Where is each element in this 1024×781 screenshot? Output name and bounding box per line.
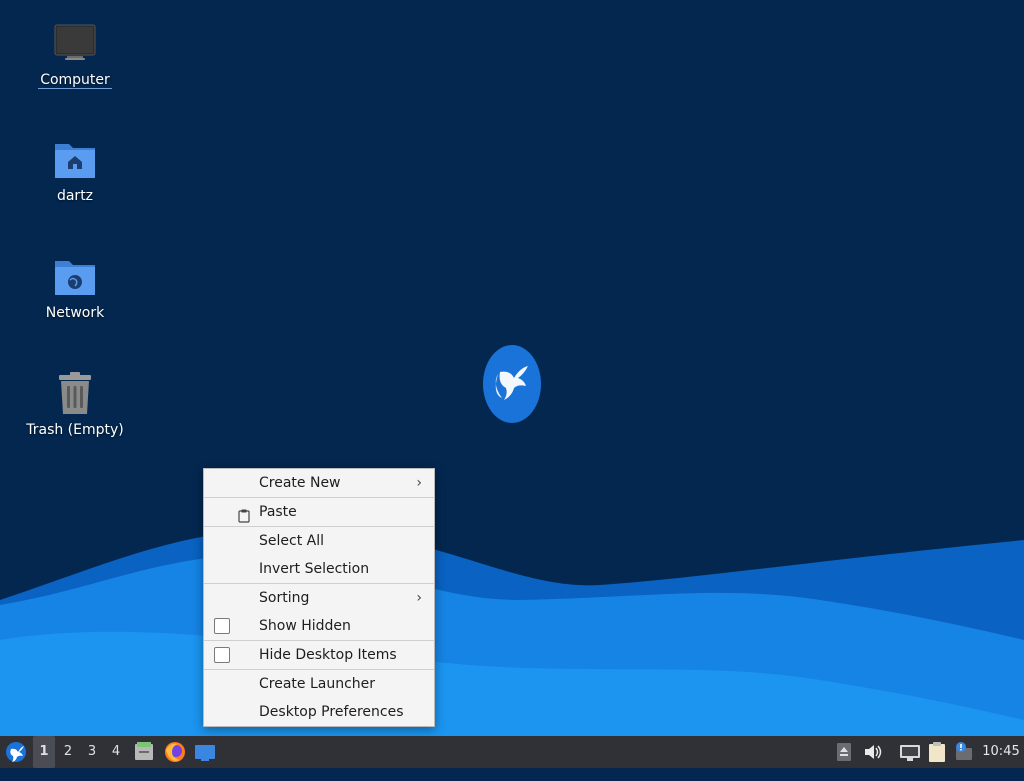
menu-item-label: Create Launcher (259, 676, 376, 692)
menu-item-label: Desktop Preferences (259, 704, 404, 720)
workspace-label: 2 (63, 744, 73, 759)
show-hidden-checkbox[interactable] (214, 618, 230, 634)
workspace-3[interactable]: 3 (81, 736, 103, 768)
menu-item-label: Invert Selection (259, 561, 370, 577)
desktop-icon-home[interactable]: dartz (20, 138, 130, 204)
submenu-arrow-icon: › (416, 475, 422, 491)
taskbar: 1 2 3 4 10:45 (0, 736, 1024, 768)
desktop-icon-label: Network (45, 305, 105, 321)
eject-button[interactable] (835, 736, 853, 768)
desktop-context-menu: Create New › Paste Select All Invert Sel… (203, 468, 435, 727)
workspace-label: 1 (39, 744, 49, 759)
clock-time: 10:45 (982, 744, 1020, 759)
file-manager-launcher[interactable] (133, 736, 155, 768)
menu-item-label: Show Hidden (259, 618, 351, 634)
menu-item-label: Select All (259, 533, 324, 549)
workspace-1[interactable]: 1 (33, 736, 55, 768)
home-folder-icon (53, 138, 97, 182)
update-notifier-icon (956, 742, 972, 760)
desktop-icon-trash[interactable]: Trash (Empty) (20, 372, 130, 438)
main-menu-button[interactable] (4, 736, 28, 768)
desktop[interactable]: Computer dartz Network Trash (Empty) Cre… (0, 0, 1024, 736)
menu-item-label: Paste (259, 504, 297, 520)
clipboard-manager-button[interactable] (926, 736, 948, 768)
file-manager-icon (135, 742, 153, 760)
show-desktop-button[interactable] (193, 736, 217, 768)
update-notifier-button[interactable] (952, 736, 974, 768)
desktop-icon-label: Computer (38, 72, 112, 89)
trash-icon (53, 372, 97, 416)
workspace-4[interactable]: 4 (105, 736, 127, 768)
workspace-label: 3 (87, 744, 97, 759)
volume-icon (865, 745, 882, 759)
menu-item-show-hidden[interactable]: Show Hidden (204, 612, 434, 640)
menu-item-sorting[interactable]: Sorting › (204, 584, 434, 612)
desktop-icon-label: Trash (Empty) (26, 422, 124, 438)
desktop-icon-computer[interactable]: Computer (20, 22, 130, 89)
menu-item-hide-desktop-items[interactable]: Hide Desktop Items (204, 641, 434, 669)
menu-item-label: Create New (259, 475, 341, 491)
desktop-icon (195, 745, 215, 761)
workspace-label: 4 (111, 744, 121, 759)
workspace-2[interactable]: 2 (57, 736, 79, 768)
network-button[interactable] (898, 736, 922, 768)
menu-item-paste[interactable]: Paste (204, 498, 434, 526)
distro-logo (482, 344, 542, 424)
eject-icon (837, 743, 851, 761)
desktop-icon-label: dartz (56, 188, 94, 204)
menu-item-select-all[interactable]: Select All (204, 527, 434, 555)
menu-item-invert-selection[interactable]: Invert Selection (204, 555, 434, 583)
clock[interactable]: 10:45 (980, 736, 1022, 768)
clipboard-icon (237, 505, 251, 523)
clipboard-icon (929, 742, 945, 762)
computer-icon (53, 22, 97, 66)
network-icon (900, 745, 920, 761)
menu-item-create-new[interactable]: Create New › (204, 469, 434, 497)
menu-item-label: Hide Desktop Items (259, 647, 397, 663)
firefox-launcher[interactable] (163, 736, 187, 768)
submenu-arrow-icon: › (416, 590, 422, 606)
firefox-icon (165, 742, 185, 762)
desktop-icon-network[interactable]: Network (20, 255, 130, 321)
hide-desktop-items-checkbox[interactable] (214, 647, 230, 663)
network-folder-icon (53, 255, 97, 299)
start-menu-icon (6, 742, 26, 762)
volume-button[interactable] (862, 736, 884, 768)
menu-item-label: Sorting (259, 590, 310, 606)
menu-item-desktop-preferences[interactable]: Desktop Preferences (204, 698, 434, 726)
menu-item-create-launcher[interactable]: Create Launcher (204, 670, 434, 698)
